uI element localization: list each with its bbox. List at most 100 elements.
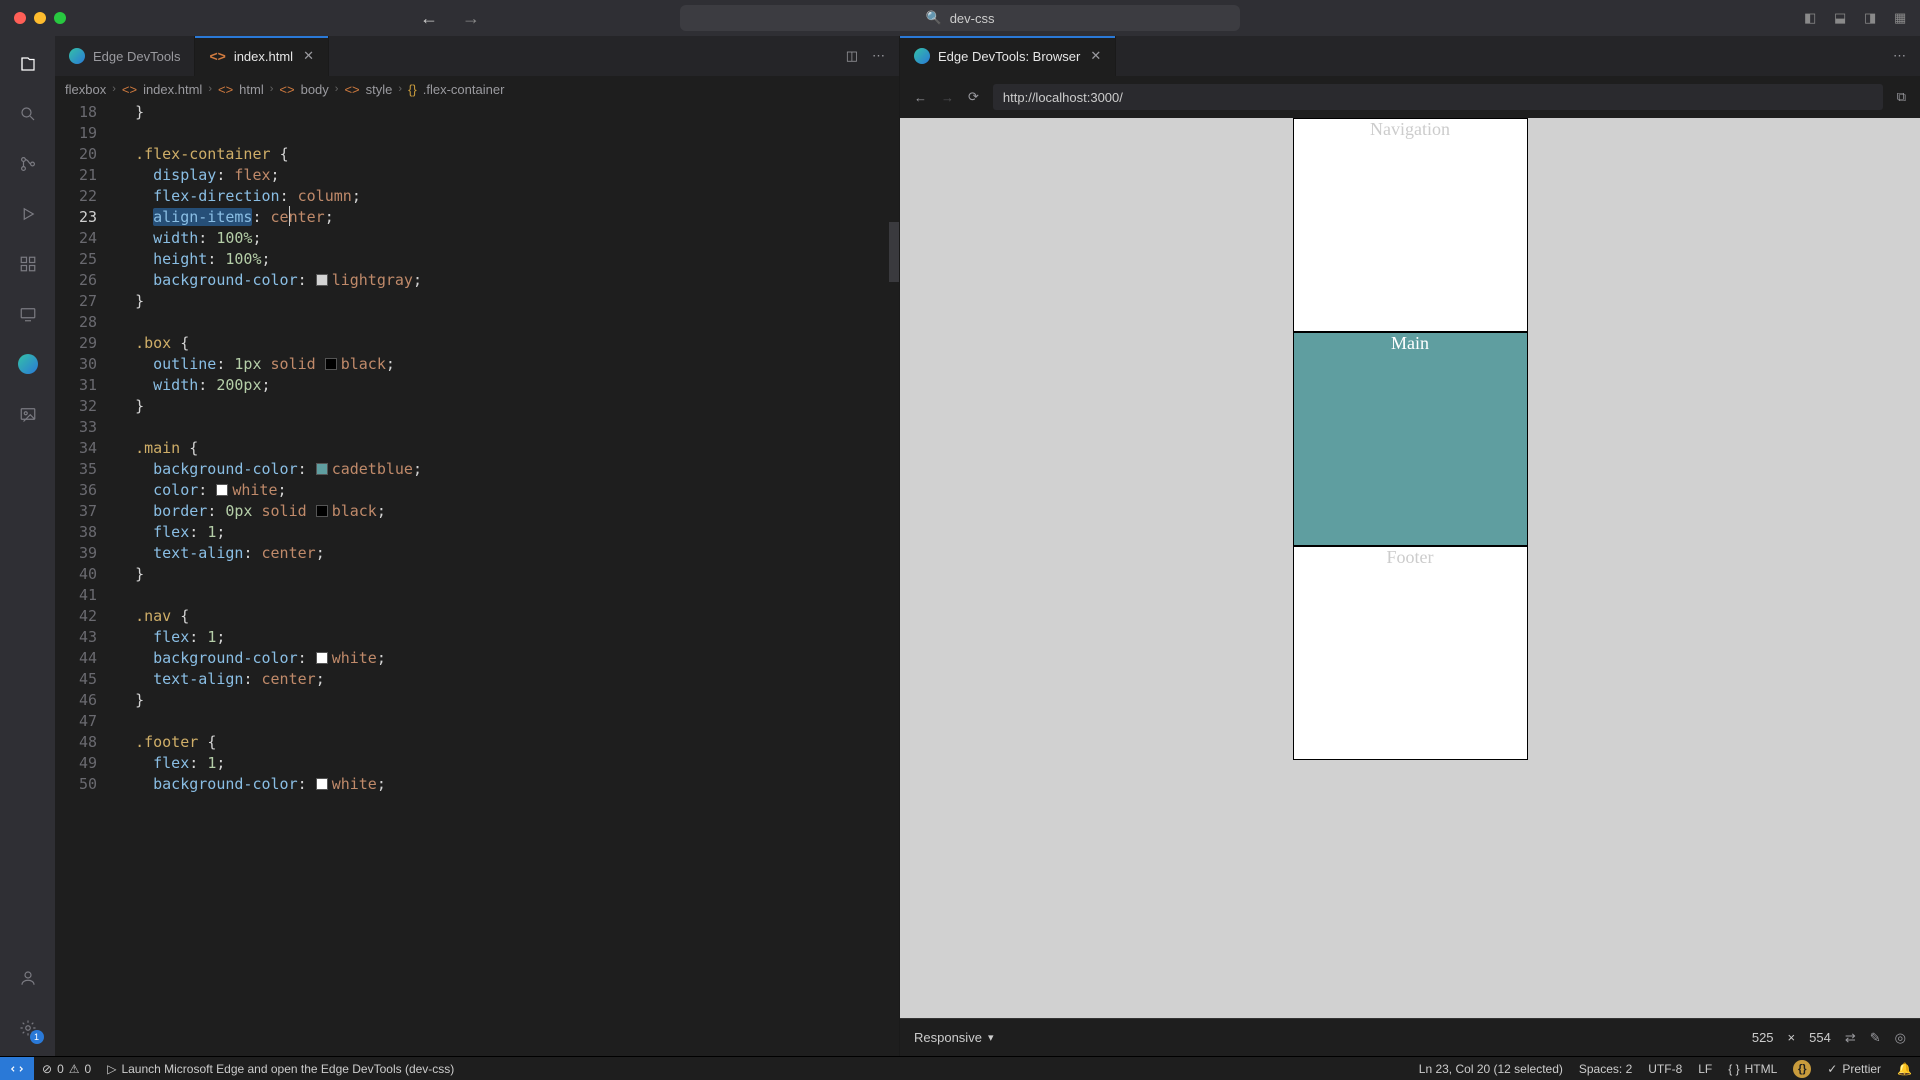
url-input[interactable] [993, 84, 1883, 110]
panel-bottom-icon[interactable]: ⬓ [1834, 10, 1850, 26]
status-language[interactable]: { }HTML [1720, 1062, 1785, 1076]
remote-button[interactable] [0, 1057, 34, 1080]
tab-label: Edge DevTools [93, 49, 180, 64]
activity-debug-icon[interactable] [14, 200, 42, 228]
status-notifications[interactable]: 🔔 [1889, 1062, 1920, 1076]
code-content[interactable]: } .flex-container { display: flex; flex-… [113, 102, 899, 1056]
command-center[interactable]: 🔍 dev-css [680, 5, 1240, 31]
bell-icon: 🔔 [1897, 1062, 1912, 1076]
editor-right: Edge DevTools: Browser ✕ ⋯ ← → ⟳ ⧉ Navig… [900, 36, 1920, 1056]
tabstrip-right: Edge DevTools: Browser ✕ ⋯ [900, 36, 1920, 76]
window-controls [0, 12, 66, 24]
split-editor-icon[interactable]: ◫ [846, 48, 858, 64]
close-icon[interactable]: ✕ [1090, 48, 1101, 64]
launch-label: Launch Microsoft Edge and open the Edge … [121, 1062, 454, 1076]
line-gutter: 1819202122232425262728293031323334353637… [55, 102, 113, 1056]
close-icon[interactable]: ✕ [303, 48, 314, 64]
status-indent[interactable]: Spaces: 2 [1571, 1062, 1640, 1076]
activity-scm-icon[interactable] [14, 150, 42, 178]
code-icon: { } [1728, 1062, 1739, 1076]
preview-nav: Navigation [1293, 118, 1528, 332]
browser-reload-icon[interactable]: ⟳ [968, 89, 979, 105]
preview-frame: Navigation Main Footer [1293, 118, 1528, 1018]
breadcrumb-item[interactable]: body [301, 82, 329, 97]
open-devtools-icon[interactable]: ⧉ [1897, 89, 1906, 105]
more-actions-icon[interactable]: ⋯ [1893, 48, 1906, 64]
nav-history: ← → [420, 8, 480, 29]
status-problems[interactable]: ⊘0 ⚠0 [34, 1062, 99, 1076]
screenshot-icon[interactable]: ✎ [1870, 1030, 1881, 1046]
code-editor[interactable]: 1819202122232425262728293031323334353637… [55, 102, 899, 1056]
tabstrip-left: Edge DevTools <> index.html ✕ ◫ ⋯ [55, 36, 899, 76]
inspect-icon[interactable]: ◎ [1895, 1030, 1906, 1046]
nav-forward-icon[interactable]: → [462, 8, 480, 29]
status-cursor[interactable]: Ln 23, Col 20 (12 selected) [1411, 1062, 1571, 1076]
preview-main: Main [1293, 332, 1528, 546]
panel-left-icon[interactable]: ◧ [1804, 10, 1820, 26]
tag-icon: <> [279, 82, 294, 97]
tag-icon: <> [344, 82, 359, 97]
edge-icon [69, 48, 85, 64]
breadcrumb-item[interactable]: index.html [143, 82, 202, 97]
editor-left: Edge DevTools <> index.html ✕ ◫ ⋯ flexbo… [55, 36, 900, 1056]
status-eol[interactable]: LF [1690, 1062, 1720, 1076]
status-prettier[interactable]: ✓Prettier [1819, 1062, 1889, 1076]
close-window[interactable] [14, 12, 26, 24]
warning-icon: ⚠ [69, 1062, 80, 1076]
html-file-icon: <> [122, 82, 137, 97]
activity-image-icon[interactable] [14, 400, 42, 428]
maximize-window[interactable] [54, 12, 66, 24]
chevron-down-icon: ▾ [988, 1031, 994, 1044]
browser-back-icon[interactable]: ← [914, 90, 927, 105]
panel-right-icon[interactable]: ◨ [1864, 10, 1880, 26]
activity-settings-icon[interactable]: 1 [14, 1014, 42, 1042]
status-launch-task[interactable]: ▷ Launch Microsoft Edge and open the Edg… [99, 1062, 462, 1076]
dims-sep: × [1788, 1030, 1796, 1045]
activity-edge-icon[interactable] [14, 350, 42, 378]
minimize-window[interactable] [34, 12, 46, 24]
responsive-dropdown[interactable]: Responsive ▾ [914, 1030, 993, 1045]
preview-statusbar: Responsive ▾ 525 × 554 ⇄ ✎ ◎ [900, 1018, 1920, 1056]
status-encoding[interactable]: UTF-8 [1640, 1062, 1690, 1076]
activity-account-icon[interactable] [14, 964, 42, 992]
responsive-label: Responsive [914, 1030, 982, 1045]
breadcrumb-item[interactable]: flexbox [65, 82, 106, 97]
tab-edge-browser[interactable]: Edge DevTools: Browser ✕ [900, 36, 1116, 76]
titlebar: ← → 🔍 dev-css ◧ ⬓ ◨ ▦ [0, 0, 1920, 36]
viewport-height[interactable]: 554 [1809, 1030, 1831, 1045]
more-actions-icon[interactable]: ⋯ [872, 48, 885, 64]
preview-footer: Footer [1293, 546, 1528, 760]
tab-label: index.html [234, 49, 293, 64]
breadcrumbs[interactable]: flexbox› <> index.html› <> html› <> body… [55, 76, 899, 102]
preview-viewport[interactable]: Navigation Main Footer [900, 118, 1920, 1018]
settings-badge: 1 [30, 1030, 44, 1044]
activity-remote-icon[interactable] [14, 300, 42, 328]
browser-forward-icon[interactable]: → [941, 90, 954, 105]
viewport-width[interactable]: 525 [1752, 1030, 1774, 1045]
css-rule-icon: {} [408, 82, 417, 97]
edge-icon [914, 48, 930, 64]
activity-search-icon[interactable] [14, 100, 42, 128]
nav-back-icon[interactable]: ← [420, 8, 438, 29]
rotate-icon[interactable]: ⇄ [1845, 1030, 1856, 1046]
tab-edge-devtools[interactable]: Edge DevTools [55, 36, 195, 76]
tag-icon: <> [218, 82, 233, 97]
tab-label: Edge DevTools: Browser [938, 49, 1080, 64]
minimap-slider[interactable] [889, 222, 899, 282]
browser-toolbar: ← → ⟳ ⧉ [900, 76, 1920, 118]
search-icon: 🔍 [926, 10, 942, 26]
activity-extensions-icon[interactable] [14, 250, 42, 278]
debug-icon: ▷ [107, 1062, 116, 1076]
html-file-icon: <> [209, 48, 225, 64]
error-icon: ⊘ [42, 1062, 52, 1076]
breadcrumb-item[interactable]: .flex-container [423, 82, 505, 97]
status-bracket-colorizer[interactable]: {} [1785, 1060, 1819, 1078]
breadcrumb-item[interactable]: style [366, 82, 393, 97]
breadcrumb-item[interactable]: html [239, 82, 264, 97]
tab-index-html[interactable]: <> index.html ✕ [195, 36, 329, 76]
check-icon: ✓ [1827, 1062, 1837, 1076]
activity-explorer-icon[interactable] [14, 50, 42, 78]
command-center-label: dev-css [950, 11, 995, 26]
layout-grid-icon[interactable]: ▦ [1894, 10, 1910, 26]
status-bar: ⊘0 ⚠0 ▷ Launch Microsoft Edge and open t… [0, 1056, 1920, 1080]
